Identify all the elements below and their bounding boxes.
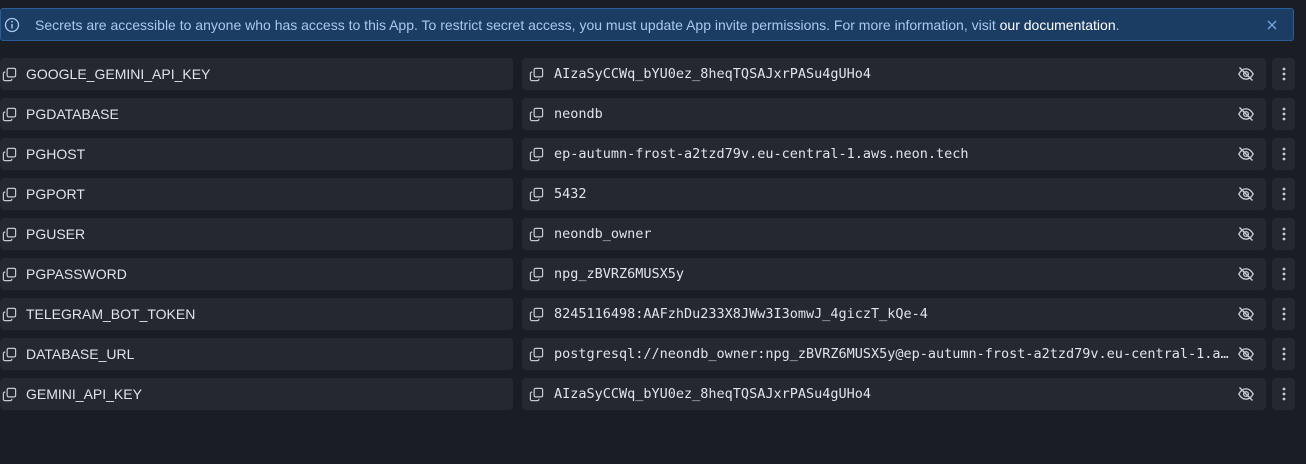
secret-value-field[interactable]: neondb xyxy=(522,98,1266,130)
secret-value-text: npg_zBVRZ6MUSX5y xyxy=(554,266,685,282)
secret-key-field[interactable]: DATABASE_URL xyxy=(0,338,513,370)
banner-text: Secrets are accessible to anyone who has… xyxy=(35,17,1000,33)
secret-row-pguser: PGUSER neondb_owner xyxy=(0,218,1306,250)
secret-value-field[interactable]: ep-autumn-frost-a2tzd79v.eu-central-1.aw… xyxy=(522,138,1266,170)
secret-value-text: ep-autumn-frost-a2tzd79v.eu-central-1.aw… xyxy=(554,146,969,162)
copy-icon[interactable] xyxy=(529,67,544,82)
info-banner: Secrets are accessible to anyone who has… xyxy=(0,8,1294,41)
eye-off-icon[interactable] xyxy=(1237,305,1255,323)
copy-icon[interactable] xyxy=(2,107,17,122)
row-menu-button[interactable] xyxy=(1272,178,1295,210)
info-icon xyxy=(4,17,20,33)
copy-icon[interactable] xyxy=(529,347,544,362)
secret-value-field[interactable]: AIzaSyCCWq_bYU0ez_8heqTQSAJxrPASu4gUHo4 xyxy=(522,378,1266,410)
copy-icon[interactable] xyxy=(529,187,544,202)
secret-row-pgport: PGPORT 5432 xyxy=(0,178,1306,210)
eye-off-icon[interactable] xyxy=(1237,385,1255,403)
copy-icon[interactable] xyxy=(2,187,17,202)
kebab-menu-icon xyxy=(1282,187,1286,201)
copy-icon[interactable] xyxy=(2,267,17,282)
secret-key-field[interactable]: GEMINI_API_KEY xyxy=(0,378,513,410)
copy-icon[interactable] xyxy=(529,107,544,122)
copy-icon[interactable] xyxy=(2,347,17,362)
secret-value-text: AIzaSyCCWq_bYU0ez_8heqTQSAJxrPASu4gUHo4 xyxy=(554,66,871,82)
kebab-menu-icon xyxy=(1282,267,1286,281)
secret-value-text: neondb xyxy=(554,106,603,122)
secret-value-field[interactable]: npg_zBVRZ6MUSX5y xyxy=(522,258,1266,290)
secret-key-label: DATABASE_URL xyxy=(26,346,135,362)
secret-key-label: PGDATABASE xyxy=(26,106,119,122)
kebab-menu-icon xyxy=(1282,347,1286,361)
row-menu-button[interactable] xyxy=(1272,298,1295,330)
secret-value-text: neondb_owner xyxy=(554,226,652,242)
secret-row-pgdatabase: PGDATABASE neondb xyxy=(0,98,1306,130)
secret-key-field[interactable]: PGPORT xyxy=(0,178,513,210)
copy-icon[interactable] xyxy=(529,307,544,322)
secret-row-pgpassword: PGPASSWORD npg_zBVRZ6MUSX5y xyxy=(0,258,1306,290)
secret-key-field[interactable]: GOOGLE_GEMINI_API_KEY xyxy=(0,58,513,90)
secret-value-field[interactable]: AIzaSyCCWq_bYU0ez_8heqTQSAJxrPASu4gUHo4 xyxy=(522,58,1266,90)
row-menu-button[interactable] xyxy=(1272,58,1295,90)
secret-value-field[interactable]: 8245116498:AAFzhDu233X8JWw3I3omwJ_4giczT… xyxy=(522,298,1266,330)
copy-icon[interactable] xyxy=(529,227,544,242)
secret-row-gemini-api-key: GEMINI_API_KEY AIzaSyCCWq_bYU0ez_8heqTQS… xyxy=(0,378,1306,410)
secret-value-text: postgresql://neondb_owner:npg_zBVRZ6MUSX… xyxy=(554,346,1230,362)
row-menu-button[interactable] xyxy=(1272,378,1295,410)
row-menu-button[interactable] xyxy=(1272,138,1295,170)
secret-key-label: PGHOST xyxy=(26,146,86,162)
secret-value-text: AIzaSyCCWq_bYU0ez_8heqTQSAJxrPASu4gUHo4 xyxy=(554,386,871,402)
documentation-link[interactable]: our documentation xyxy=(1000,17,1116,33)
secret-row-database-url: DATABASE_URL postgresql://neondb_owner:n… xyxy=(0,338,1306,370)
eye-off-icon[interactable] xyxy=(1237,145,1255,163)
secret-row-google-gemini-api-key: GOOGLE_GEMINI_API_KEY AIzaSyCCWq_bYU0ez_… xyxy=(0,58,1306,90)
eye-off-icon[interactable] xyxy=(1237,345,1255,363)
secret-key-label: PGPASSWORD xyxy=(26,266,127,282)
secret-value-field[interactable]: neondb_owner xyxy=(522,218,1266,250)
secret-key-field[interactable]: PGHOST xyxy=(0,138,513,170)
copy-icon[interactable] xyxy=(529,387,544,402)
kebab-menu-icon xyxy=(1282,107,1286,121)
copy-icon[interactable] xyxy=(2,67,17,82)
secret-row-pghost: PGHOST ep-autumn-frost-a2tzd79v.eu-centr… xyxy=(0,138,1306,170)
copy-icon[interactable] xyxy=(2,227,17,242)
copy-icon[interactable] xyxy=(2,387,17,402)
banner-suffix: . xyxy=(1115,17,1120,33)
kebab-menu-icon xyxy=(1282,307,1286,321)
secret-key-field[interactable]: PGDATABASE xyxy=(0,98,513,130)
secret-key-field[interactable]: TELEGRAM_BOT_TOKEN xyxy=(0,298,513,330)
eye-off-icon[interactable] xyxy=(1237,225,1255,243)
eye-off-icon[interactable] xyxy=(1237,65,1255,83)
eye-off-icon[interactable] xyxy=(1237,105,1255,123)
banner-message: Secrets are accessible to anyone who has… xyxy=(35,17,1120,33)
kebab-menu-icon xyxy=(1282,67,1286,81)
secret-key-label: PGUSER xyxy=(26,226,86,242)
secret-key-label: PGPORT xyxy=(26,186,85,202)
row-menu-button[interactable] xyxy=(1272,218,1295,250)
secret-key-label: GEMINI_API_KEY xyxy=(26,386,142,402)
secret-value-text: 5432 xyxy=(554,186,587,202)
kebab-menu-icon xyxy=(1282,227,1286,241)
copy-icon[interactable] xyxy=(529,267,544,282)
secret-key-field[interactable]: PGPASSWORD xyxy=(0,258,513,290)
secret-row-telegram-bot-token: TELEGRAM_BOT_TOKEN 8245116498:AAFzhDu233… xyxy=(0,298,1306,330)
eye-off-icon[interactable] xyxy=(1237,185,1255,203)
row-menu-button[interactable] xyxy=(1272,338,1295,370)
eye-off-icon[interactable] xyxy=(1237,265,1255,283)
copy-icon[interactable] xyxy=(529,147,544,162)
row-menu-button[interactable] xyxy=(1272,98,1295,130)
close-icon[interactable] xyxy=(1265,18,1279,32)
copy-icon[interactable] xyxy=(2,307,17,322)
row-menu-button[interactable] xyxy=(1272,258,1295,290)
secret-value-field[interactable]: 5432 xyxy=(522,178,1266,210)
kebab-menu-icon xyxy=(1282,387,1286,401)
copy-icon[interactable] xyxy=(2,147,17,162)
secrets-list: GOOGLE_GEMINI_API_KEY AIzaSyCCWq_bYU0ez_… xyxy=(0,58,1306,418)
secret-value-text: 8245116498:AAFzhDu233X8JWw3I3omwJ_4giczT… xyxy=(554,306,928,322)
secret-key-label: GOOGLE_GEMINI_API_KEY xyxy=(26,66,211,82)
kebab-menu-icon xyxy=(1282,147,1286,161)
secret-key-label: TELEGRAM_BOT_TOKEN xyxy=(26,306,196,322)
secret-key-field[interactable]: PGUSER xyxy=(0,218,513,250)
secret-value-field[interactable]: postgresql://neondb_owner:npg_zBVRZ6MUSX… xyxy=(522,338,1266,370)
